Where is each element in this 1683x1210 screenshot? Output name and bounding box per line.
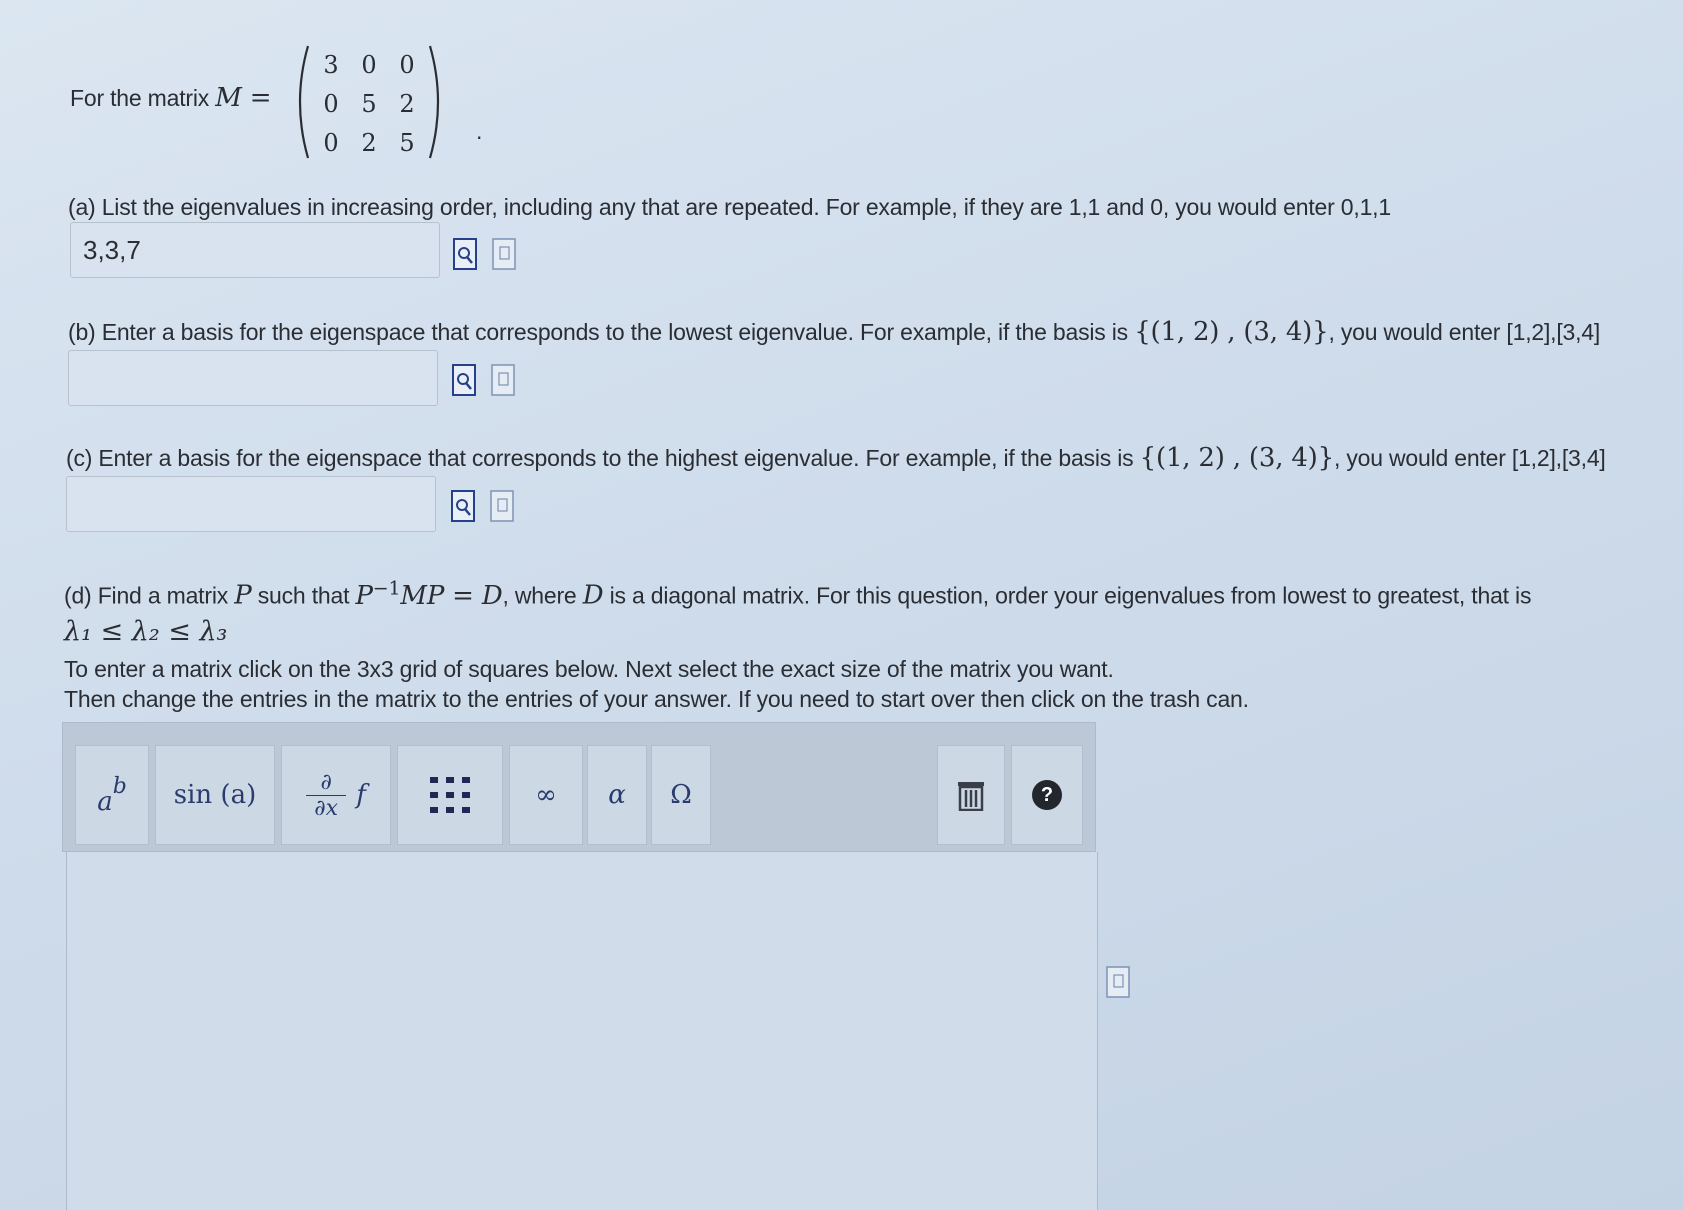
- omega-button[interactable]: Ω: [651, 745, 711, 845]
- matrix-cell: 0: [323, 90, 339, 118]
- eq-sup: −1: [372, 577, 401, 599]
- part-d-such-that: such that: [257, 582, 350, 609]
- part-b-question: (b) Enter a basis for the eigenspace tha…: [68, 317, 1600, 347]
- eigen-ordering: λ₁ ≤ λ₂ ≤ λ₃: [64, 616, 228, 647]
- matrix-cell: 0: [323, 129, 339, 157]
- derivative-fraction: ∂ ∂x: [306, 769, 347, 821]
- part-c-answer-input[interactable]: [66, 476, 436, 532]
- help-icon: ?: [1032, 780, 1062, 810]
- instruction-line-1: To enter a matrix click on the 3x3 grid …: [64, 656, 1114, 682]
- deriv-top: ∂: [320, 769, 332, 795]
- intro-period: .: [476, 118, 483, 144]
- matrix-cell: 0: [399, 51, 415, 79]
- deriv-bottom: ∂x: [314, 795, 339, 821]
- part-b-answer-input[interactable]: [68, 350, 438, 406]
- matrix-cell: 5: [399, 129, 415, 157]
- part-d-d: D: [582, 580, 604, 611]
- matrix-cell: 3: [323, 51, 339, 79]
- help-button[interactable]: ?: [1011, 745, 1083, 845]
- matrix-cell: 2: [361, 129, 377, 157]
- part-c-question: (c) Enter a basis for the eigenspace tha…: [66, 443, 1606, 473]
- part-d-rest: is a diagonal matrix. For this question,…: [609, 582, 1532, 609]
- eq-rest: MP = D: [400, 580, 503, 611]
- alpha-button[interactable]: α: [587, 745, 647, 845]
- matrix-grid: 3 0 0 0 5 2 0 2 5: [312, 46, 426, 163]
- document-icon[interactable]: [492, 238, 516, 270]
- instruction-line-2: Then change the entries in the matrix to…: [64, 686, 1249, 712]
- matrix-m: 3 0 0 0 5 2 0 2 5: [290, 44, 440, 163]
- document-icon[interactable]: [1106, 966, 1130, 998]
- right-paren: [426, 44, 448, 160]
- eq-p: P: [355, 580, 373, 611]
- part-d-p: P: [234, 580, 252, 611]
- trash-icon: [958, 782, 984, 811]
- intro-prefix: For the matrix: [70, 85, 210, 111]
- preview-icon[interactable]: [451, 490, 475, 522]
- part-b-example-set: {(1, 2) , (3, 4)}: [1134, 317, 1329, 347]
- matrix-grid-button[interactable]: [397, 745, 503, 845]
- trig-function-button[interactable]: sin (a): [155, 745, 275, 845]
- document-icon[interactable]: [490, 490, 514, 522]
- part-c-text-after: , you would enter [1,2],[3,4]: [1333, 445, 1606, 471]
- deriv-f: f: [356, 780, 366, 810]
- part-c-example-set: {(1, 2) , (3, 4)}: [1139, 443, 1334, 473]
- math-toolbar: ab sin (a) ∂ ∂x f ∞ α Ω ?: [62, 722, 1096, 852]
- part-a-question: (a) List the eigenvalues in increasing o…: [68, 194, 1391, 220]
- part-d-question: (d) Find a matrix P such that P−1MP = D,…: [64, 577, 1531, 611]
- grid-icon: [430, 777, 470, 813]
- matrix-cell: 2: [399, 90, 415, 118]
- part-d-equation: P−1MP = D: [355, 577, 503, 611]
- preview-icon[interactable]: [453, 238, 477, 270]
- math-editor-area[interactable]: [66, 852, 1098, 1210]
- matrix-symbol: M =: [215, 83, 272, 113]
- left-paren: [290, 44, 312, 160]
- part-d-where: , where: [502, 582, 577, 609]
- part-b-text-after: , you would enter [1,2],[3,4]: [1328, 319, 1601, 345]
- document-icon[interactable]: [491, 364, 515, 396]
- power-base: a: [97, 787, 113, 817]
- part-c-text: (c) Enter a basis for the eigenspace tha…: [66, 445, 1134, 471]
- matrix-cell: 0: [361, 51, 377, 79]
- part-a-answer-input[interactable]: 3,3,7: [70, 222, 440, 278]
- power-button[interactable]: ab: [75, 745, 149, 845]
- trash-button[interactable]: [937, 745, 1005, 845]
- derivative-button[interactable]: ∂ ∂x f: [281, 745, 391, 845]
- preview-icon[interactable]: [452, 364, 476, 396]
- part-b-text: (b) Enter a basis for the eigenspace tha…: [68, 319, 1128, 345]
- power-exp: b: [112, 773, 127, 799]
- part-d-label: (d) Find a matrix: [64, 582, 229, 609]
- intro-text: For the matrix M =: [70, 83, 272, 113]
- infinity-button[interactable]: ∞: [509, 745, 583, 845]
- matrix-cell: 5: [361, 90, 377, 118]
